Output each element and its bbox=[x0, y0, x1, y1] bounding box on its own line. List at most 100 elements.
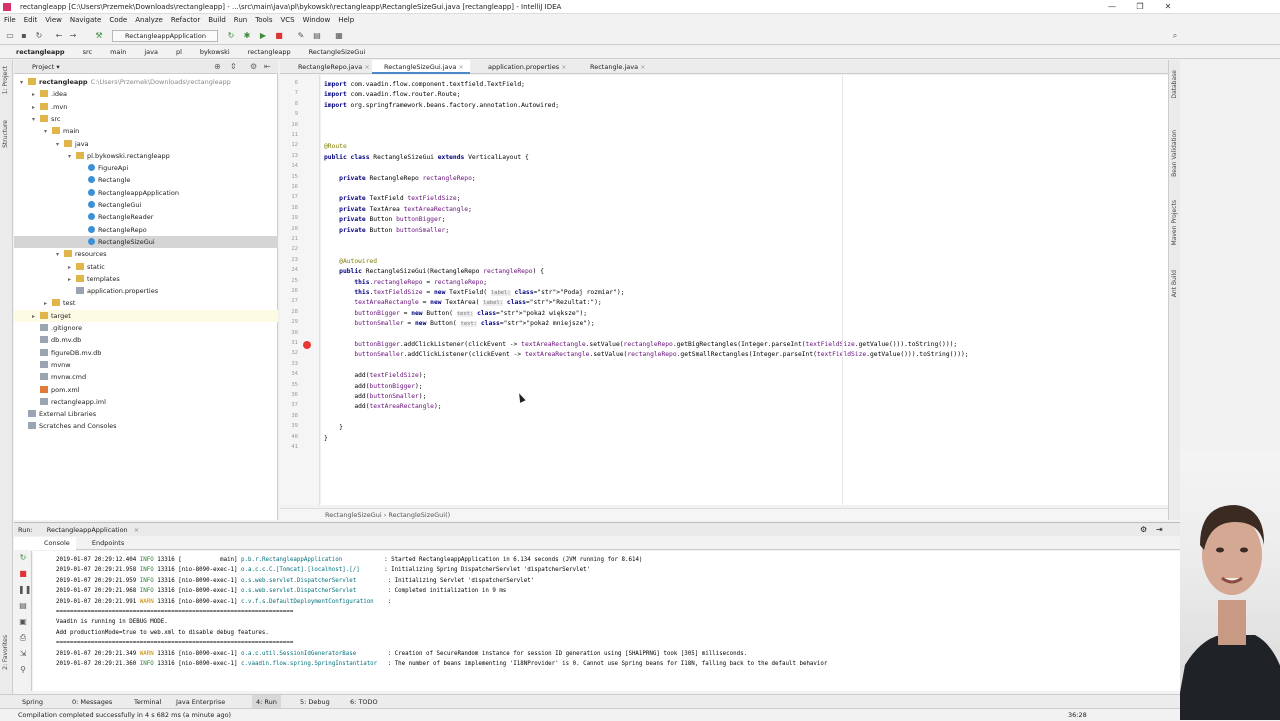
breadcrumb-item[interactable]: RectangleSizeGui bbox=[299, 46, 374, 59]
pause-icon[interactable]: ❚❚ bbox=[18, 585, 31, 595]
close-tab-icon[interactable]: × bbox=[559, 63, 566, 71]
maven-tool-tab[interactable]: Maven Projects bbox=[1171, 200, 1178, 245]
collapsed-arrow-icon[interactable]: ▸ bbox=[32, 311, 40, 323]
locate-icon[interactable]: ⊕ bbox=[214, 62, 221, 71]
menu-item-navigate[interactable]: Navigate bbox=[66, 14, 105, 27]
tree-item[interactable]: pom.xml bbox=[14, 384, 278, 396]
tool-window-tab[interactable]: Java Enterprise bbox=[176, 695, 225, 709]
collapsed-arrow-icon[interactable]: ▸ bbox=[68, 274, 76, 286]
tree-item[interactable]: ▸ .idea bbox=[14, 88, 278, 100]
exit-icon[interactable]: ⇲ bbox=[18, 649, 28, 659]
collapsed-arrow-icon[interactable]: ▸ bbox=[44, 298, 52, 310]
collapse-all-icon[interactable]: ⇕ bbox=[230, 62, 237, 71]
run-configuration-select[interactable]: RectangleappApplication bbox=[112, 30, 218, 42]
rerun-icon[interactable]: ↻ bbox=[18, 553, 28, 563]
tree-item[interactable]: application.properties bbox=[14, 285, 278, 297]
project-tool-tab[interactable]: 1: Project bbox=[2, 66, 9, 94]
tree-item[interactable]: RectangleRepo bbox=[14, 224, 278, 236]
menu-item-help[interactable]: Help bbox=[334, 14, 358, 27]
tree-item[interactable]: ▾ java bbox=[14, 138, 278, 150]
editor-tab[interactable]: RectangleRepo.java × bbox=[286, 60, 370, 74]
tree-item[interactable]: External Libraries bbox=[14, 408, 278, 420]
tree-item[interactable]: .gitignore bbox=[14, 322, 278, 334]
back-icon[interactable]: ← bbox=[54, 31, 64, 41]
expanded-arrow-icon[interactable]: ▾ bbox=[44, 126, 52, 138]
stop-icon[interactable]: ■ bbox=[274, 31, 284, 41]
rerun-icon[interactable]: ↻ bbox=[226, 31, 236, 41]
tree-item[interactable]: mvnw bbox=[14, 359, 278, 371]
expanded-arrow-icon[interactable]: ▾ bbox=[56, 249, 64, 261]
minimize-button[interactable]: — bbox=[1098, 0, 1126, 14]
breadcrumb-item[interactable]: bykowski bbox=[190, 46, 238, 59]
close-run-tab-icon[interactable]: × bbox=[130, 526, 139, 534]
menu-item-tools[interactable]: Tools bbox=[251, 14, 276, 27]
expanded-arrow-icon[interactable]: ▾ bbox=[20, 77, 28, 89]
tree-item[interactable]: ▸ templates bbox=[14, 273, 278, 285]
build-icon[interactable]: ⚒ bbox=[94, 31, 104, 41]
tree-item[interactable]: ▾ pl.bykowski.rectangleapp bbox=[14, 150, 278, 162]
close-button[interactable]: ✕ bbox=[1154, 0, 1182, 14]
expanded-arrow-icon[interactable]: ▾ bbox=[68, 151, 76, 163]
tool-window-tab[interactable]: 0: Messages bbox=[72, 695, 112, 709]
search-everywhere-icon[interactable]: ⌕ bbox=[1170, 31, 1180, 41]
sync-icon[interactable]: ↻ bbox=[34, 31, 44, 41]
restore-layout-icon[interactable]: ▣ bbox=[18, 617, 28, 627]
tree-item[interactable]: RectangleReader bbox=[14, 211, 278, 223]
close-tab-icon[interactable]: × bbox=[362, 63, 369, 71]
menu-item-vcs[interactable]: VCS bbox=[276, 14, 298, 27]
print-icon[interactable]: ⎙ bbox=[18, 633, 28, 643]
pin-icon[interactable]: ⚲ bbox=[18, 665, 28, 675]
structure-tool-tab[interactable]: Structure bbox=[2, 120, 9, 148]
restore-button[interactable]: ❐ bbox=[1126, 0, 1154, 14]
expanded-arrow-icon[interactable]: ▾ bbox=[32, 114, 40, 126]
menu-item-edit[interactable]: Edit bbox=[20, 14, 42, 27]
editor-tab[interactable]: RectangleSizeGui.java × bbox=[372, 60, 470, 74]
editor-tab[interactable]: application.properties × bbox=[476, 60, 576, 74]
tree-item[interactable]: ▸ target bbox=[14, 309, 278, 323]
endpoints-tab[interactable]: Endpoints bbox=[78, 539, 124, 547]
console-tab[interactable]: Console bbox=[14, 537, 76, 550]
tree-item[interactable]: ▾ main bbox=[14, 125, 278, 137]
sdk-icon[interactable]: ▦ bbox=[334, 31, 344, 41]
hide-icon[interactable]: ⇤ bbox=[264, 62, 271, 71]
save-icon[interactable]: ▪ bbox=[19, 31, 29, 41]
breadcrumb-item[interactable]: java bbox=[134, 46, 166, 59]
tree-item[interactable]: Scratches and Consoles bbox=[14, 420, 278, 432]
tree-item[interactable]: Rectangle bbox=[14, 174, 278, 186]
menu-item-refactor[interactable]: Refactor bbox=[167, 14, 204, 27]
tree-item[interactable]: rectangleapp.iml bbox=[14, 396, 278, 408]
breadcrumb-item[interactable]: src bbox=[73, 46, 101, 59]
code-editor[interactable]: import com.vaadin.flow.component.textfie… bbox=[321, 75, 1168, 505]
close-tab-icon[interactable]: × bbox=[456, 63, 463, 71]
breakpoint-icon[interactable] bbox=[303, 341, 311, 349]
database-tool-tab[interactable]: Database bbox=[1171, 70, 1178, 99]
breadcrumb-item[interactable]: pl bbox=[166, 46, 190, 59]
tree-item[interactable]: mvnw.cmd bbox=[14, 371, 278, 383]
project-panel-title[interactable]: Project bbox=[32, 63, 54, 71]
tree-item[interactable]: ▸ .mvn bbox=[14, 101, 278, 113]
collapsed-arrow-icon[interactable]: ▸ bbox=[68, 262, 76, 274]
tree-item[interactable]: RectangleSizeGui bbox=[14, 235, 278, 248]
tool-window-tab[interactable]: 5: Debug bbox=[300, 695, 330, 709]
tree-item[interactable]: ▾ src bbox=[14, 113, 278, 125]
forward-icon[interactable]: → bbox=[68, 31, 78, 41]
breadcrumb-item[interactable]: rectangleapp bbox=[238, 46, 299, 59]
menu-item-build[interactable]: Build bbox=[204, 14, 230, 27]
run-config-tab[interactable]: RectangleappApplication bbox=[35, 526, 128, 534]
tree-item[interactable]: ▾ resources bbox=[14, 248, 278, 260]
favorites-tool-tab[interactable]: 2: Favorites bbox=[2, 635, 9, 670]
menu-item-file[interactable]: File bbox=[0, 14, 20, 27]
structure-icon[interactable]: ▤ bbox=[312, 31, 322, 41]
collapsed-arrow-icon[interactable]: ▸ bbox=[32, 102, 40, 114]
tree-item[interactable]: db.mv.db bbox=[14, 334, 278, 346]
run-hide-icon[interactable]: ⇥ bbox=[1156, 523, 1163, 537]
gear-icon[interactable]: ⚙ bbox=[250, 62, 257, 71]
bean-validation-tool-tab[interactable]: Bean Validation bbox=[1171, 130, 1178, 177]
tool-window-tab[interactable]: Spring bbox=[22, 695, 43, 709]
run-settings-gear-icon[interactable]: ⚙ bbox=[1140, 523, 1147, 537]
wrench-icon[interactable]: ✎ bbox=[296, 31, 306, 41]
dump-threads-icon[interactable]: ▤ bbox=[18, 601, 28, 611]
menu-item-view[interactable]: View bbox=[41, 14, 66, 27]
editor-tab[interactable]: Rectangle.java × bbox=[578, 60, 660, 74]
run-console[interactable]: 2019-01-07 20:29:12.404 INFO 13316 [ mai… bbox=[33, 551, 1180, 691]
